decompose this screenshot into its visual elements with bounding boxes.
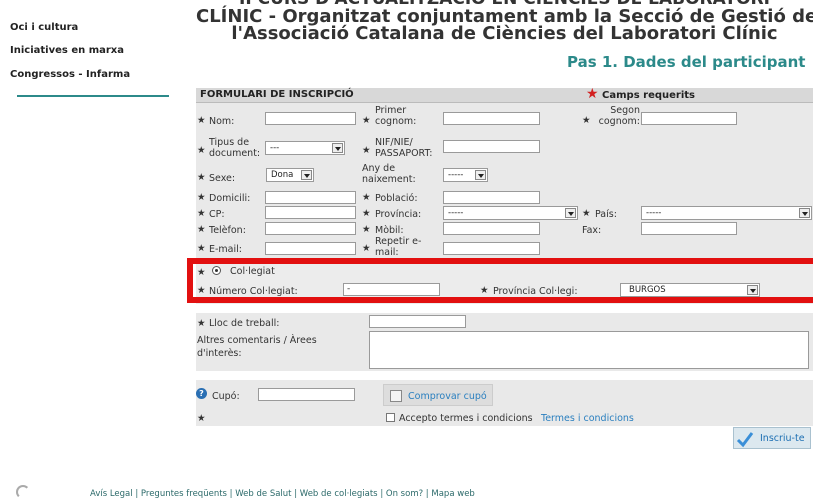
pais-select[interactable]: ----- <box>641 206 812 220</box>
comprovar-cupo-button[interactable]: Comprovar cupó <box>383 384 493 406</box>
comentaris-textarea[interactable] <box>369 331 809 369</box>
required-marker: ★ <box>197 224 206 235</box>
form-title: FORMULARI DE INSCRIPCIÓ <box>200 89 354 100</box>
step-title: Pas 1. Dades del participant <box>567 53 806 71</box>
domicili-label: Domicili: <box>209 193 251 204</box>
submit-button[interactable]: Inscriu-te <box>733 427 811 449</box>
nom-input[interactable] <box>265 112 356 125</box>
lloc-treball-input[interactable] <box>369 315 466 328</box>
fax-input[interactable] <box>641 222 737 235</box>
sexe-label: Sexe: <box>209 173 236 184</box>
required-marker: ★ <box>362 115 371 126</box>
required-marker: ★ <box>362 243 371 254</box>
segon-cognom-label: Segon cognom: <box>598 105 640 127</box>
footer-links: Avís Legal | Preguntes freqüents | Web d… <box>90 489 475 499</box>
segon-cognom-input[interactable] <box>641 112 737 125</box>
required-marker: ★ <box>362 192 371 203</box>
terms-link[interactable]: Termes i condicions <box>541 413 634 424</box>
primer-cognom-input[interactable] <box>443 112 540 125</box>
coupon-icon <box>390 390 402 402</box>
required-marker: ★ <box>197 413 206 424</box>
required-marker: ★ <box>197 208 206 219</box>
provincia-label: Província: <box>375 209 422 220</box>
check-icon <box>736 432 754 448</box>
lloc-treball-label: Lloc de treball: <box>209 318 280 329</box>
comentaris-label: Altres comentaris / Àrees d'interès: <box>197 335 317 359</box>
chevron-down-icon <box>332 143 343 153</box>
cp-input[interactable] <box>265 206 356 219</box>
required-legend: ★ Camps requerits <box>586 86 696 102</box>
sidebar-divider <box>17 95 169 97</box>
accept-terms-label: Accepto termes i condicions <box>399 413 533 424</box>
pais-label: País: <box>595 209 617 220</box>
required-marker: ★ <box>197 267 206 278</box>
cp-label: CP: <box>209 209 225 220</box>
required-marker: ★ <box>197 115 206 126</box>
required-marker: ★ <box>197 243 206 254</box>
nif-input[interactable] <box>443 140 540 153</box>
fax-label: Fax: <box>582 225 602 236</box>
repetir-email-input[interactable] <box>443 242 540 255</box>
numero-collegiat-label: Número Col·legiat: <box>209 286 298 297</box>
repetir-email-label: Repetir e-mail: <box>375 236 422 258</box>
collegiat-radio[interactable] <box>212 266 221 275</box>
cupo-label: Cupó: <box>212 391 240 402</box>
comprovar-cupo-label: Comprovar cupó <box>408 391 487 402</box>
chevron-down-icon <box>799 208 810 218</box>
provincia-collegi-select[interactable]: BURGOS <box>620 283 760 297</box>
required-marker: ★ <box>362 224 371 235</box>
accept-terms-checkbox[interactable] <box>386 413 395 422</box>
tipus-document-select[interactable]: --- <box>265 141 345 155</box>
nom-label: Nom: <box>209 116 235 127</box>
chevron-down-icon <box>475 170 486 180</box>
required-marker: ★ <box>197 285 206 296</box>
footer-link-mapa-web[interactable]: Mapa web <box>431 489 474 499</box>
footer-link-web-salut[interactable]: Web de Salut <box>235 489 291 499</box>
email-label: E-mail: <box>209 244 242 255</box>
numero-collegiat-input[interactable]: - <box>343 283 440 296</box>
chevron-down-icon <box>747 285 758 295</box>
telefon-label: Telèfon: <box>209 225 246 236</box>
footer-link-preguntes[interactable]: Preguntes freqüents <box>141 489 227 499</box>
mobil-label: Mòbil: <box>375 225 404 236</box>
loading-icon <box>16 485 30 499</box>
cupo-input[interactable] <box>258 388 355 401</box>
footer-link-on-som[interactable]: On som? <box>386 489 423 499</box>
provincia-select[interactable]: ----- <box>443 206 578 220</box>
required-marker: ★ <box>480 285 489 296</box>
tipus-document-label: Tipus de document: <box>209 137 261 159</box>
sidebar-item-iniciatives[interactable]: Iniciatives en marxa <box>10 45 124 56</box>
email-input[interactable] <box>265 242 356 255</box>
collegiat-label: Col·legiat <box>230 266 275 277</box>
page-title-line2: l'Associació Catalana de Ciències del La… <box>231 23 778 44</box>
sexe-select[interactable]: Dona <box>266 168 314 182</box>
required-marker: ★ <box>582 115 591 126</box>
primer-cognom-label: Primer cognom: <box>375 105 417 127</box>
submit-label: Inscriu-te <box>760 433 805 444</box>
nif-label: NIF/NIE/ PASSAPORT: <box>375 137 433 159</box>
poblacio-label: Població: <box>375 193 418 204</box>
chevron-down-icon <box>565 208 576 218</box>
required-marker: ★ <box>362 145 371 156</box>
chevron-down-icon <box>301 170 312 180</box>
footer-link-web-collegiats[interactable]: Web de col·legiats <box>300 489 378 499</box>
telefon-input[interactable] <box>265 222 356 235</box>
provincia-collegi-label: Província Col·legi: <box>493 286 578 297</box>
required-marker: ★ <box>197 192 206 203</box>
poblacio-input[interactable] <box>443 191 540 204</box>
any-naixement-label: Any de naixement: <box>362 163 416 185</box>
sidebar-item-congressos[interactable]: Congressos - Infarma <box>10 69 130 80</box>
footer-link-avis-legal[interactable]: Avís Legal <box>90 489 133 499</box>
domicili-input[interactable] <box>265 191 356 204</box>
required-marker: ★ <box>582 208 591 219</box>
required-marker: ★ <box>197 145 206 156</box>
required-marker: ★ <box>362 208 371 219</box>
help-icon[interactable]: ? <box>196 388 207 399</box>
required-marker: ★ <box>197 172 206 183</box>
any-naixement-select[interactable]: ----- <box>443 168 488 182</box>
required-marker: ★ <box>197 318 206 329</box>
sidebar-item-oci-cultura[interactable]: Oci i cultura <box>10 22 78 33</box>
form-header: FORMULARI DE INSCRIPCIÓ ★ Camps requerit… <box>196 86 813 103</box>
mobil-input[interactable] <box>443 222 540 235</box>
